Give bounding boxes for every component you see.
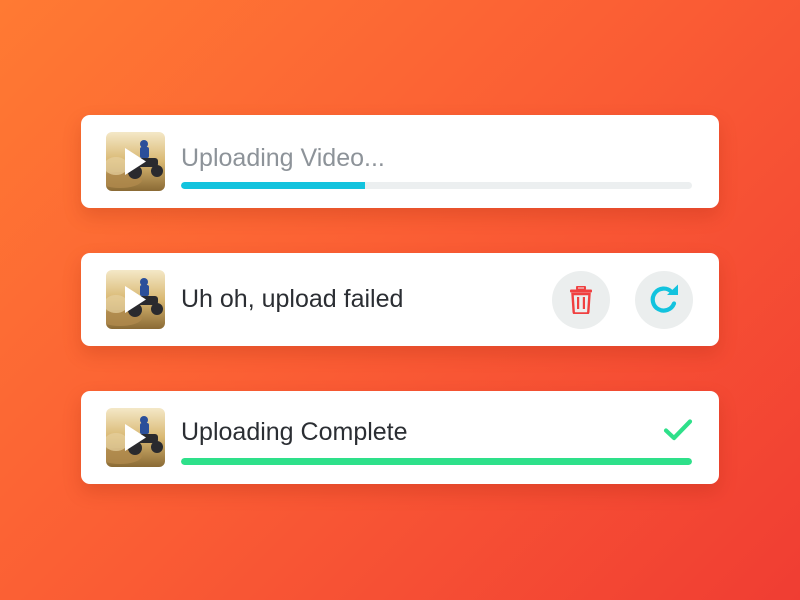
upload-progress-fill: [181, 458, 692, 465]
video-thumbnail[interactable]: [106, 270, 165, 329]
upload-status-title: Uploading Complete: [181, 418, 408, 446]
upload-card-failed: Uh oh, upload failed: [81, 253, 719, 346]
upload-progress-bar: [181, 458, 692, 465]
play-icon: [125, 148, 146, 175]
trash-icon: [570, 286, 592, 314]
upload-card-complete: Uploading Complete: [81, 391, 719, 484]
checkmark-icon: [663, 419, 693, 441]
upload-progress-bar: [181, 182, 692, 189]
delete-button[interactable]: [552, 271, 610, 329]
play-icon: [125, 286, 146, 313]
video-thumbnail[interactable]: [106, 408, 165, 467]
video-thumbnail[interactable]: [106, 132, 165, 191]
upload-progress-fill: [181, 182, 365, 189]
upload-status-title: Uh oh, upload failed: [181, 285, 404, 313]
upload-card-in-progress: Uploading Video...: [81, 115, 719, 208]
refresh-icon: [650, 284, 678, 313]
retry-button[interactable]: [635, 271, 693, 329]
upload-status-title: Uploading Video...: [181, 144, 385, 172]
play-icon: [125, 424, 146, 451]
